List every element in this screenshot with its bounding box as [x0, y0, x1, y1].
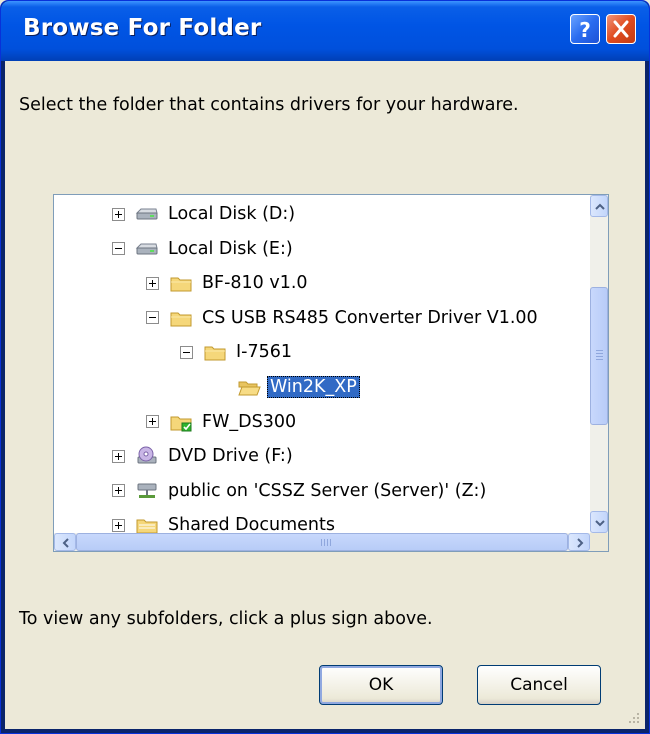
- window-title: Browse For Folder: [23, 15, 262, 41]
- vertical-scrollbar[interactable]: [590, 195, 608, 533]
- tree-item-label[interactable]: public on 'CSSZ Server (Server)' (Z:): [165, 480, 489, 502]
- thumb-grip: [321, 539, 333, 546]
- tree-item[interactable]: BF-810 v1.0: [146, 266, 311, 300]
- tree-item[interactable]: Win2K_XP: [214, 370, 360, 404]
- collapse-minus-icon[interactable]: [180, 345, 193, 359]
- tree-item-label[interactable]: Local Disk (D:): [165, 203, 298, 225]
- tree-item[interactable]: I-7561: [180, 335, 295, 369]
- cancel-button[interactable]: Cancel: [477, 665, 601, 705]
- folder-icon: [203, 342, 227, 362]
- help-button[interactable]: ?: [570, 14, 600, 44]
- question-mark-icon: ?: [579, 18, 591, 42]
- tree-item-label[interactable]: I-7561: [233, 341, 295, 363]
- chevron-left-icon: [62, 538, 69, 548]
- thumb-grip: [596, 350, 603, 362]
- tree-item-label[interactable]: DVD Drive (F:): [165, 445, 296, 467]
- tree-item[interactable]: DVD Drive (F:): [112, 439, 296, 473]
- scroll-down-button[interactable]: [590, 511, 608, 533]
- tree-item[interactable]: public on 'CSSZ Server (Server)' (Z:): [112, 474, 489, 508]
- tree-item-label[interactable]: CS USB RS485 Converter Driver V1.00: [199, 307, 541, 329]
- expand-plus-icon[interactable]: [146, 415, 159, 429]
- vertical-scroll-thumb[interactable]: [590, 287, 608, 425]
- expand-plus-icon[interactable]: [112, 449, 125, 463]
- folder-shared-icon: [169, 412, 193, 432]
- tree-item-label[interactable]: Local Disk (E:): [165, 238, 296, 260]
- tree-item-label[interactable]: BF-810 v1.0: [199, 272, 311, 294]
- horizontal-scroll-thumb[interactable]: [76, 533, 568, 551]
- expand-plus-icon[interactable]: [112, 518, 125, 532]
- folder-tree[interactable]: Local Disk (D:) Local Disk (E:) BF-810 v1.…: [53, 194, 609, 552]
- hint-text: To view any subfolders, click a plus sig…: [19, 609, 433, 629]
- tree-item[interactable]: Local Disk (E:): [112, 232, 296, 266]
- folder-open-icon: [237, 377, 261, 397]
- tree-item-label[interactable]: Win2K_XP: [267, 376, 360, 398]
- expand-plus-icon[interactable]: [112, 207, 125, 221]
- network-drive-icon: [135, 481, 159, 501]
- expand-plus-icon[interactable]: [112, 484, 125, 498]
- folder-icon: [169, 308, 193, 328]
- close-icon: [613, 20, 629, 38]
- collapse-minus-icon[interactable]: [146, 311, 159, 325]
- chevron-down-icon: [595, 520, 605, 527]
- tree-item[interactable]: CS USB RS485 Converter Driver V1.00: [146, 301, 541, 335]
- chevron-right-icon: [577, 538, 584, 548]
- resize-grip-icon[interactable]: [625, 709, 641, 725]
- scroll-up-button[interactable]: [590, 195, 608, 217]
- browse-for-folder-dialog: Browse For Folder ? Select the folder th…: [0, 0, 650, 734]
- horizontal-scrollbar[interactable]: [54, 533, 590, 551]
- dialog-body: Select the folder that contains drivers …: [5, 61, 645, 729]
- close-button[interactable]: [606, 14, 636, 44]
- tree-item[interactable]: Local Disk (D:): [112, 197, 298, 231]
- title-bar[interactable]: Browse For Folder ?: [1, 1, 649, 61]
- drive-icon: [135, 204, 159, 224]
- dvd-drive-icon: [135, 446, 159, 466]
- instruction-text: Select the folder that contains drivers …: [19, 95, 519, 115]
- chevron-up-icon: [595, 203, 605, 210]
- tree-item-label[interactable]: FW_DS300: [199, 411, 299, 433]
- scroll-left-button[interactable]: [54, 533, 76, 551]
- drive-icon: [135, 239, 159, 259]
- collapse-minus-icon[interactable]: [112, 242, 125, 256]
- expand-plus-icon[interactable]: [146, 276, 159, 290]
- ok-button[interactable]: OK: [319, 665, 443, 705]
- tree-item[interactable]: FW_DS300: [146, 405, 299, 439]
- scroll-corner: [590, 533, 608, 551]
- scroll-right-button[interactable]: [568, 533, 590, 551]
- folder-icon: [169, 273, 193, 293]
- svg-text:?: ?: [579, 18, 591, 42]
